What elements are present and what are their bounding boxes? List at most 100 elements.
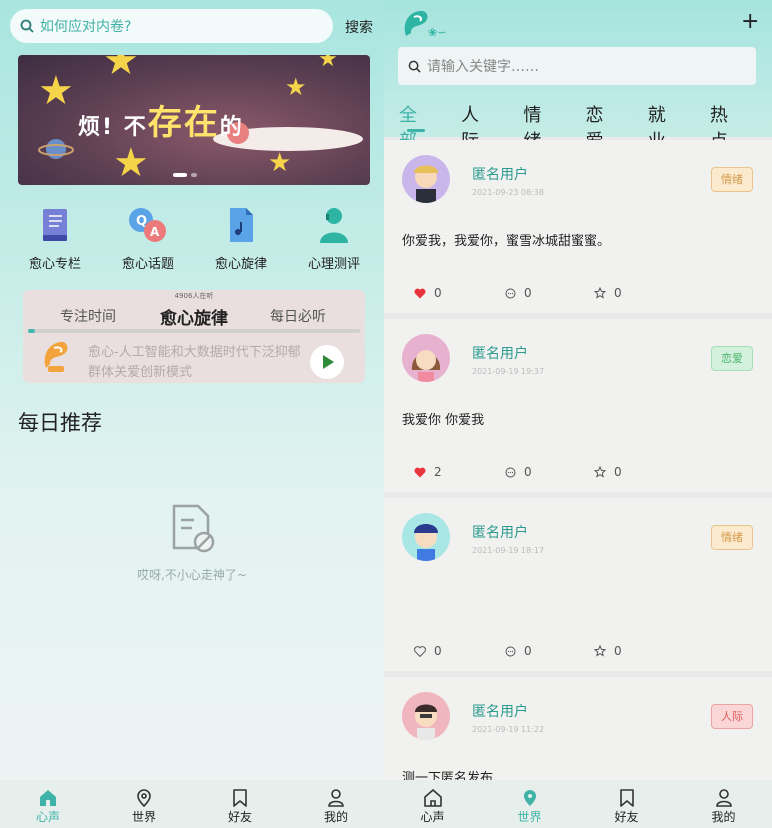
tab-mine[interactable]: 我的 (675, 780, 772, 828)
post-tag[interactable]: 情绪 (711, 167, 753, 192)
banner-text: 烦! 不存在的 (78, 103, 244, 143)
tab-friends[interactable]: 好友 (578, 780, 675, 828)
post-tag[interactable]: 情绪 (711, 525, 753, 550)
track-description: 愈心-人工智能和大数据时代下泛抑郁群体关爱创新模式 (88, 345, 301, 380)
post-username[interactable]: 匿名用户 (472, 701, 528, 721)
home-screen: 如何应对内卷? 搜索 ★ ★ ★ ★ ★ ★ 烦! 不存在的 愈心专栏 QA 愈… (0, 0, 384, 828)
bookmark-icon (233, 789, 247, 807)
like-button[interactable]: 2 (414, 465, 442, 479)
favorite-button[interactable]: 0 (594, 465, 622, 479)
user-icon (715, 789, 732, 807)
heart-filled-icon (414, 467, 426, 477)
bottom-tab-bar: 心声 世界 好友 我的 (0, 780, 384, 828)
star-icon: ★ (113, 140, 149, 185)
banner-carousel[interactable]: ★ ★ ★ ★ ★ ★ 烦! 不存在的 (18, 55, 370, 185)
avatar[interactable] (402, 155, 450, 203)
star-icon (594, 645, 606, 657)
star-icon (594, 287, 606, 299)
location-pin-icon (523, 790, 536, 806)
bookmark-icon (619, 789, 634, 807)
avatar[interactable] (402, 334, 450, 382)
tab-voice[interactable]: 心声 (0, 780, 96, 828)
comment-icon (505, 646, 516, 656)
post-content: 你爱我，我爱你，蜜雪冰城甜蜜蜜。 (402, 234, 611, 249)
quick-link-topics[interactable]: QA 愈心话题 (113, 205, 183, 272)
quick-link-label: 心理测评 (307, 257, 360, 272)
post-time: 2021-09-19 19:37 (472, 367, 545, 376)
comment-button[interactable]: 0 (505, 644, 532, 658)
app-logo-icon: ❀∽ (404, 10, 446, 39)
tab-world[interactable]: 世界 (96, 780, 192, 828)
favorite-button[interactable]: 0 (594, 644, 622, 658)
comment-button[interactable]: 0 (505, 465, 532, 479)
tab-focus-time[interactable]: 专注时间 (60, 306, 116, 326)
home-icon (40, 790, 56, 806)
search-placeholder: 如何应对内卷? (40, 19, 132, 35)
post-tag[interactable]: 恋爱 (711, 346, 753, 371)
star-icon: ★ (285, 73, 307, 101)
post-content: 我爱你 你爱我 (402, 413, 485, 428)
quick-link-melody[interactable]: 愈心旋律 (206, 205, 276, 272)
tab-friends[interactable]: 好友 (192, 780, 288, 828)
home-icon (423, 789, 442, 807)
post-card[interactable]: 匿名用户 2021-09-19 19:37 恋爱 我爱你 你爱我 2 0 0 (384, 319, 772, 492)
svg-text:❀∽: ❀∽ (428, 26, 446, 39)
carousel-indicator (173, 173, 197, 177)
counselor-icon (316, 205, 352, 245)
post-card[interactable]: 匿名用户 2021-09-19 18:17 情绪 0 0 0 (384, 498, 772, 671)
like-button[interactable]: 0 (414, 286, 442, 300)
tab-daily-listen[interactable]: 每日必听 (270, 306, 326, 326)
qa-bubble-icon: QA (129, 205, 166, 245)
post-time: 2021-09-23 08:38 (472, 188, 545, 197)
avatar[interactable] (402, 692, 450, 740)
play-button[interactable] (310, 345, 344, 379)
book-icon (37, 205, 73, 245)
music-file-icon (223, 205, 259, 245)
post-card[interactable]: 匿名用户 2021-09-19 11:22 人际 测一下匿名发布 (384, 677, 772, 786)
comment-icon (505, 467, 516, 477)
post-username[interactable]: 匿名用户 (472, 164, 528, 184)
empty-document-icon (172, 504, 215, 553)
post-card[interactable]: 匿名用户 2021-09-23 08:38 情绪 你爱我，我爱你，蜜雪冰城甜蜜蜜… (384, 140, 772, 313)
post-time: 2021-09-19 11:22 (472, 725, 545, 734)
like-button[interactable]: 0 (414, 644, 442, 658)
add-post-button[interactable]: + (741, 9, 759, 34)
post-time: 2021-09-19 18:17 (472, 546, 545, 555)
daily-recommend-heading: 每日推荐 (18, 411, 102, 435)
search-icon (20, 19, 34, 33)
tab-mine[interactable]: 我的 (288, 780, 384, 828)
quick-link-label: 愈心话题 (121, 257, 174, 272)
favorite-button[interactable]: 0 (594, 286, 622, 300)
search-button[interactable]: 搜索 (345, 17, 373, 37)
quick-link-label: 愈心旋律 (214, 257, 267, 272)
star-icon (594, 466, 606, 478)
heart-filled-icon (414, 288, 426, 298)
quick-link-label: 愈心专栏 (28, 257, 81, 272)
post-username[interactable]: 匿名用户 (472, 522, 528, 542)
comment-icon (505, 288, 516, 298)
tab-voice[interactable]: 心声 (384, 780, 481, 828)
avatar[interactable] (402, 513, 450, 561)
location-pin-icon (137, 789, 151, 807)
planet-icon (38, 139, 74, 159)
world-screen: ❀∽ + 请输入关键字…… 全部 人际 情绪 恋爱 就业 热点 匿名用户 202… (384, 0, 772, 828)
star-icon: ★ (318, 55, 338, 72)
search-icon (408, 60, 421, 73)
empty-state-text: 哎呀,不小心走神了~ (137, 568, 247, 582)
comment-button[interactable]: 0 (505, 286, 532, 300)
bottom-tab-bar: 心声 世界 好友 我的 (384, 780, 772, 828)
quick-link-assessment[interactable]: 心理测评 (299, 205, 369, 272)
svg-text:A: A (150, 225, 160, 239)
search-input[interactable]: 如何应对内卷? (10, 9, 333, 43)
playback-progress-bar[interactable] (28, 329, 360, 333)
app-logo-icon (44, 341, 68, 372)
heart-outline-icon (414, 645, 426, 657)
keyword-search-input[interactable]: 请输入关键字…… (398, 47, 756, 85)
quick-link-column[interactable]: 愈心专栏 (20, 205, 90, 272)
tab-melody[interactable]: 愈心旋律 (160, 304, 228, 329)
post-tag[interactable]: 人际 (711, 704, 753, 729)
music-player-card: 4906人在听 专注时间 愈心旋律 每日必听 愈心-人工智能和大数据时代下泛抑郁… (23, 290, 365, 383)
tab-world[interactable]: 世界 (481, 780, 578, 828)
post-username[interactable]: 匿名用户 (472, 343, 528, 363)
user-icon (328, 789, 344, 807)
